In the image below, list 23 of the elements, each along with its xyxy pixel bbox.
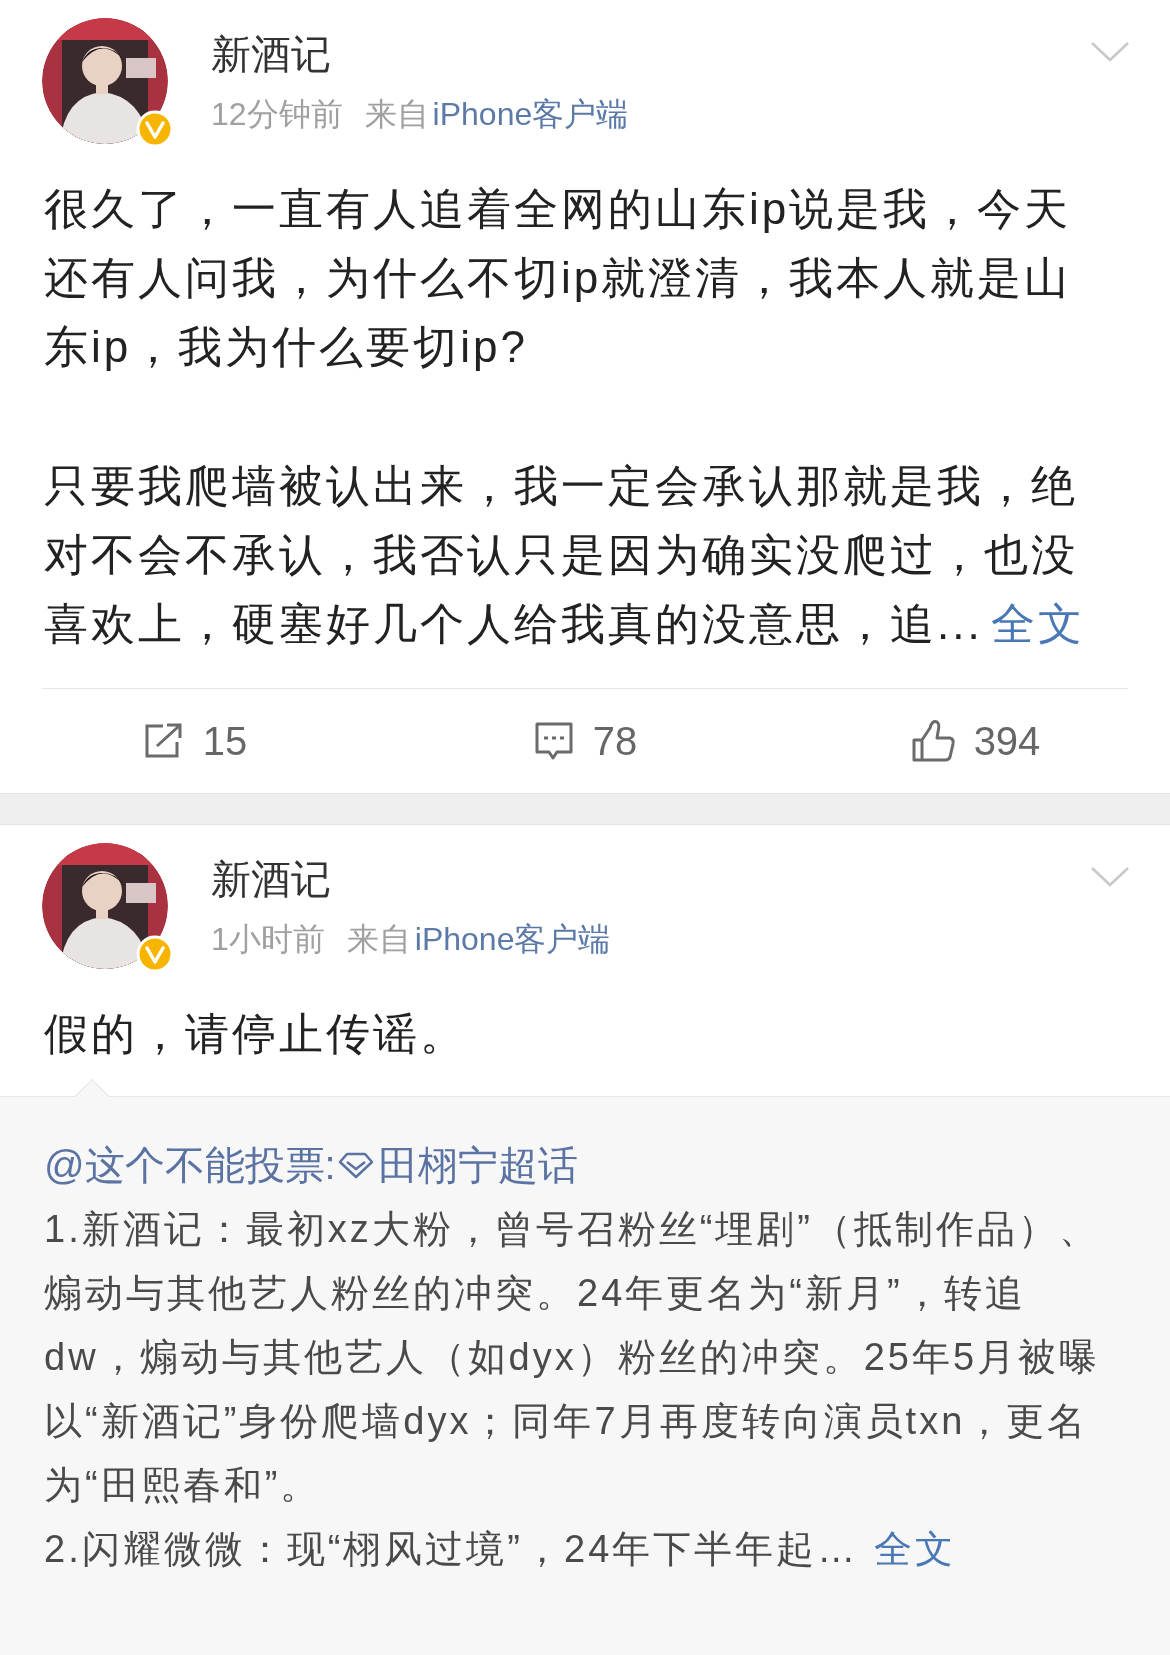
post-time: 1小时前 [211,920,325,959]
source-label: 来自 [346,920,411,959]
post-text: 很久了，一直有人追着全网的山东ip说是我，今天还有人问我，为什么不切ip就澄清，我本人就是山东ip，我为什么要切ip? [44,183,1073,373]
post-time: 12分钟前 [211,95,343,134]
mention-link[interactable]: @这个不能投票: [44,1135,336,1195]
full-text-link[interactable]: 全文 [990,599,1085,648]
diamond-icon [337,1151,374,1179]
post-text: 只要我爬墙被认出来，我一定会承认那就是我，绝对不会不承认，我否认只是因为确实没爬过，也没喜欢上，硬塞好几个人给我真的没意思，追... 全文 [44,460,1086,650]
source-link[interactable]: iPhone客户端 [432,94,629,134]
full-text-link[interactable]: 全文 [874,1528,957,1570]
source-label: 来自 [364,95,429,134]
comment-button[interactable]: 78 [532,711,638,771]
repost-text: 1.新酒记：最初xz大粉，曾号召粉丝“埋剧”（抵制作品）、煽动与其他艺人粉丝的冲突。24年更名为“新月”，转追dw，煽动与其他艺人（如dyx）粉丝的冲突。25年5月被曝以“新酒记”身份爬墙dyx；同年7月再度转向演员txn，更名为“田熙春和”。 [44,1207,1102,1508]
chevron-down-icon[interactable] [1090,865,1130,889]
repost-button[interactable]: 15 [142,711,248,771]
chevron-down-icon[interactable] [1090,40,1130,64]
repost-text: 2.闪耀微微：现“栩风过境”，24年下半年起… 全文 [44,1527,958,1572]
topic-link[interactable]: 田栩宁超话 [335,1135,578,1195]
post-text: 假的，请停止传谣。 [44,1008,468,1060]
author-name[interactable]: 新酒记 [211,855,1090,903]
author-name[interactable]: 新酒记 [211,30,1090,78]
like-button[interactable]: 394 [909,711,1041,771]
source-link[interactable]: iPhone客户端 [414,919,611,959]
